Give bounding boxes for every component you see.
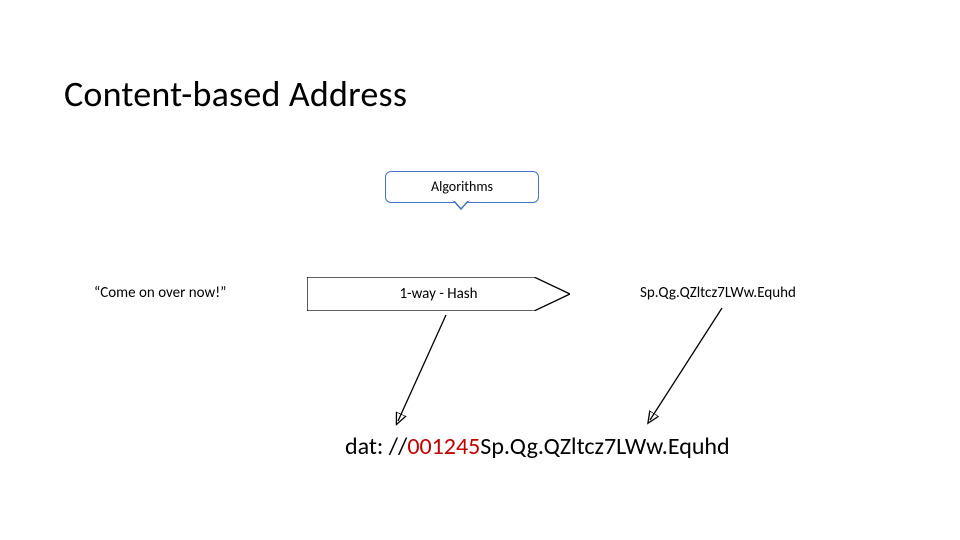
algorithms-callout: Algorithms <box>385 171 539 203</box>
input-text: “Come on over now!” <box>94 284 226 302</box>
slide: Content-based Address Algorithms “Come o… <box>0 0 960 540</box>
result-prefix: 001245 <box>407 432 480 461</box>
arrow-output-to-result-icon <box>640 306 730 428</box>
result-rest: Sp.Qg.QZltcz7LWw.Equhd <box>480 432 729 461</box>
result-scheme: dat: // <box>345 432 407 461</box>
arrow-process-to-result-icon <box>388 313 458 429</box>
slide-title: Content-based Address <box>64 72 407 116</box>
output-hash-text: Sp.Qg.QZltcz7LWw.Equhd <box>640 284 796 302</box>
hash-arrow-icon <box>307 277 570 311</box>
result-address: dat: //001245Sp.Qg.QZltcz7LWw.Equhd <box>345 432 730 461</box>
callout-tail-icon <box>452 200 470 210</box>
